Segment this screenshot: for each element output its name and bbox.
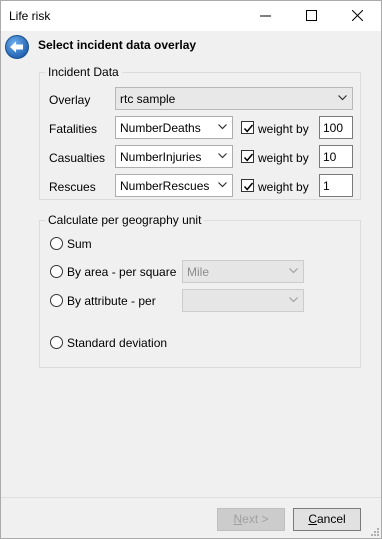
window-title: Life risk <box>9 9 51 23</box>
back-arrow-icon <box>5 35 29 59</box>
fatalities-weight-input[interactable]: 100 <box>319 116 353 139</box>
resize-grip-icon[interactable] <box>369 526 379 536</box>
casualties-weight-value: 10 <box>323 150 337 164</box>
overlay-select[interactable]: rtc sample <box>115 87 353 110</box>
next-mnemonic: N <box>233 512 243 526</box>
title-bar: Life risk <box>1 1 381 31</box>
minimize-icon <box>260 15 271 17</box>
rescues-label: Rescues <box>49 180 96 194</box>
chevron-down-icon <box>289 297 298 303</box>
rescues-weight-input[interactable]: 1 <box>319 174 353 197</box>
area-unit-value: Mile <box>187 265 210 279</box>
by-area-label: By area - per square <box>67 265 177 279</box>
chevron-down-icon <box>218 153 227 159</box>
rescues-field-value: NumberRescues <box>120 179 210 193</box>
overlay-label: Overlay <box>49 93 91 107</box>
by-attribute-label: By attribute - per <box>67 294 156 308</box>
fatalities-field-select[interactable]: NumberDeaths <box>115 116 233 139</box>
footer-divider <box>1 497 381 498</box>
cancel-button[interactable]: Cancel <box>293 508 361 531</box>
next-button[interactable]: Next > <box>217 508 285 531</box>
calculate-group-label: Calculate per geography unit <box>45 213 205 227</box>
fatalities-weight-value: 100 <box>323 121 344 135</box>
life-risk-dialog: Life risk Select incident data overlay I… <box>0 0 382 539</box>
casualties-weight-checkbox[interactable] <box>241 150 254 163</box>
rescues-weight-value: 1 <box>323 179 330 193</box>
minimize-button[interactable] <box>243 1 289 31</box>
cancel-mnemonic: C <box>308 512 317 526</box>
checkmark-icon <box>243 124 254 133</box>
incident-data-group-label: Incident Data <box>45 65 122 79</box>
fatalities-weight-label: weight by <box>258 122 309 136</box>
maximize-button[interactable] <box>289 1 335 31</box>
fatalities-label: Fatalities <box>49 122 98 136</box>
next-label-rest: ext > <box>242 512 269 526</box>
sum-label: Sum <box>67 237 92 251</box>
page-title: Select incident data overlay <box>38 38 197 52</box>
chevron-down-icon <box>218 182 227 188</box>
by-attribute-radio[interactable] <box>50 294 63 307</box>
chevron-down-icon <box>289 268 298 274</box>
checkmark-icon <box>243 182 254 191</box>
fatalities-field-value: NumberDeaths <box>120 121 201 135</box>
std-dev-radio[interactable] <box>50 336 63 349</box>
attribute-select[interactable] <box>182 289 304 312</box>
back-button[interactable] <box>4 34 30 60</box>
rescues-weight-label: weight by <box>258 180 309 194</box>
close-icon <box>352 10 363 21</box>
casualties-label: Casualties <box>49 151 106 165</box>
casualties-field-value: NumberInjuries <box>120 150 202 164</box>
casualties-weight-label: weight by <box>258 151 309 165</box>
casualties-weight-input[interactable]: 10 <box>319 145 353 168</box>
cancel-label-rest: ancel <box>316 512 346 526</box>
rescues-field-select[interactable]: NumberRescues <box>115 174 233 197</box>
by-area-radio[interactable] <box>50 265 63 278</box>
chevron-down-icon <box>218 124 227 130</box>
maximize-icon <box>306 10 317 21</box>
chevron-down-icon <box>338 95 347 101</box>
area-unit-select[interactable]: Mile <box>182 260 304 283</box>
checkmark-icon <box>243 153 254 162</box>
sum-radio[interactable] <box>50 237 63 250</box>
std-dev-label: Standard deviation <box>67 336 168 350</box>
overlay-value: rtc sample <box>120 92 176 106</box>
casualties-field-select[interactable]: NumberInjuries <box>115 145 233 168</box>
close-button[interactable] <box>335 1 381 31</box>
fatalities-weight-checkbox[interactable] <box>241 121 254 134</box>
rescues-weight-checkbox[interactable] <box>241 179 254 192</box>
